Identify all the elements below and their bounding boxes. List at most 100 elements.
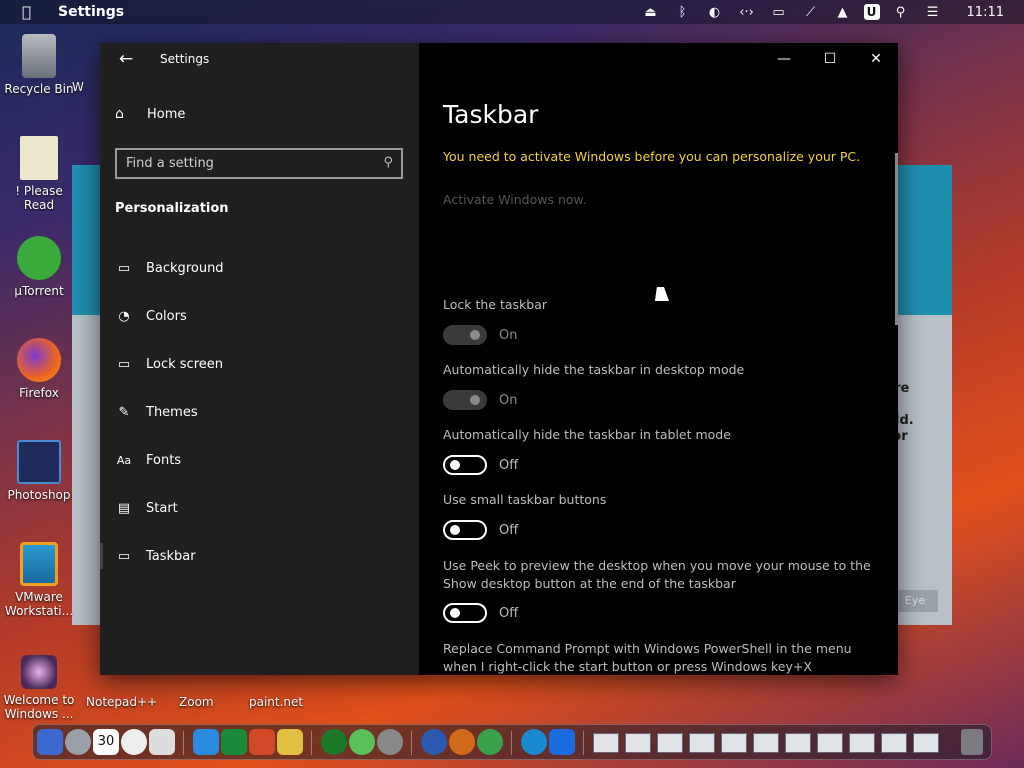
- desktop-icon-paintnet[interactable]: paint.net: [249, 695, 303, 709]
- sidebar-item-lock-screen[interactable]: ▭ Lock screen: [115, 353, 223, 375]
- setting-powershell: Replace Command Prompt with Windows Powe…: [443, 640, 873, 675]
- window-thumbnail[interactable]: [881, 733, 907, 753]
- scrollbar[interactable]: [895, 153, 898, 325]
- contrast-icon[interactable]: ◐: [704, 3, 726, 21]
- window-title: Settings: [160, 52, 210, 66]
- search-box: ⚲: [115, 148, 403, 179]
- font-icon: Aa: [116, 453, 132, 467]
- excel-icon[interactable]: [221, 729, 247, 755]
- peek-toggle[interactable]: [443, 603, 487, 623]
- sidebar-item-label: Lock screen: [146, 356, 223, 372]
- setting-label: Use Peek to preview the desktop when you…: [443, 558, 871, 591]
- dock: 30: [32, 724, 992, 760]
- control-center-icon[interactable]: ☰: [922, 3, 944, 21]
- office-icon[interactable]: [249, 729, 275, 755]
- lock-taskbar-toggle[interactable]: [443, 325, 487, 345]
- toggle-state: On: [499, 327, 518, 343]
- clock-icon[interactable]: [121, 729, 147, 755]
- desktop-icon-please-read[interactable]: ! Please Read: [0, 136, 78, 212]
- autohide-tablet-toggle[interactable]: [443, 455, 487, 475]
- sidebar-item-colors[interactable]: ◔ Colors: [115, 305, 187, 327]
- small-buttons-toggle[interactable]: [443, 520, 487, 540]
- desktop-icon-recycle-bin[interactable]: Recycle Bin: [0, 34, 78, 96]
- setting-label: Use small taskbar buttons: [443, 492, 607, 507]
- sidebar-item-themes[interactable]: ✎ Themes: [115, 401, 198, 423]
- desktop-icon-firefox[interactable]: Firefox: [0, 338, 78, 400]
- settings-gear-icon[interactable]: [549, 729, 575, 755]
- toggle-state: Off: [499, 522, 519, 538]
- utility-icon[interactable]: [321, 729, 347, 755]
- search-icon[interactable]: ⚲: [383, 155, 393, 170]
- bluetooth-icon[interactable]: ᛒ: [672, 3, 694, 21]
- activate-windows-link[interactable]: Activate Windows now.: [443, 192, 587, 207]
- sidebar-item-label: Colors: [146, 308, 187, 324]
- back-arrow-icon[interactable]: ←: [114, 49, 138, 71]
- no-wifi-icon[interactable]: ⟋: [800, 3, 822, 21]
- apple-icon[interactable]: : [22, 3, 36, 21]
- window-thumbnail[interactable]: [593, 733, 619, 753]
- window-thumbnail[interactable]: [657, 733, 683, 753]
- lock-screen-icon: ▭: [117, 356, 131, 372]
- link-icon[interactable]: [349, 729, 375, 755]
- window-thumbnail[interactable]: [785, 733, 811, 753]
- settings-sidebar: ← Settings ⌂ Home ⚲ Personalization ▭ Ba…: [100, 43, 419, 675]
- home-link[interactable]: ⌂ Home: [115, 106, 185, 122]
- window-thumbnail[interactable]: [689, 733, 715, 753]
- window-thumbnail[interactable]: [817, 733, 843, 753]
- eject-triangle-icon[interactable]: ▲: [832, 3, 854, 21]
- sidebar-item-label: Taskbar: [146, 548, 196, 564]
- setting-label: Automatically hide the taskbar in tablet…: [443, 427, 731, 442]
- home-label: Home: [147, 106, 186, 122]
- window-thumbnail[interactable]: [753, 733, 779, 753]
- window-thumbnail[interactable]: [849, 733, 875, 753]
- desktop-icon-utorrent[interactable]: µTorrent: [0, 236, 78, 298]
- photos-icon[interactable]: [149, 729, 175, 755]
- finder-icon[interactable]: [37, 729, 63, 755]
- ie-icon[interactable]: [521, 729, 547, 755]
- notepad-icon: [20, 136, 58, 180]
- eye-button[interactable]: Eye: [892, 590, 938, 612]
- launchpad-icon[interactable]: [65, 729, 91, 755]
- page-title: Taskbar: [443, 100, 539, 129]
- sidebar-item-label: Start: [146, 500, 178, 516]
- settings-window: ← Settings ⌂ Home ⚲ Personalization ▭ Ba…: [100, 43, 898, 675]
- taskbar-icon: ▭: [117, 548, 131, 564]
- window-thumbnail[interactable]: [913, 733, 939, 753]
- sidebar-item-fonts[interactable]: Aa Fonts: [115, 449, 181, 471]
- preview-icon[interactable]: [277, 729, 303, 755]
- utorrent-icon: [17, 236, 61, 280]
- search-icon[interactable]: ⚲: [890, 3, 912, 21]
- download-icon[interactable]: [449, 729, 475, 755]
- search-input[interactable]: [117, 150, 367, 177]
- sidebar-item-taskbar[interactable]: ▭ Taskbar: [100, 543, 196, 569]
- desktop-icon-vmware[interactable]: VMware Workstati...: [0, 542, 78, 618]
- setting-autohide-desktop: Automatically hide the taskbar in deskto…: [443, 361, 883, 410]
- calendar-icon[interactable]: 30: [93, 729, 119, 755]
- trash-icon[interactable]: [961, 729, 983, 755]
- clock[interactable]: 11:11: [967, 5, 1004, 20]
- globe-icon[interactable]: [421, 729, 447, 755]
- desktop-icon-photoshop[interactable]: Photoshop: [0, 440, 78, 502]
- tools-icon[interactable]: [377, 729, 403, 755]
- u-badge-icon[interactable]: U: [863, 4, 880, 20]
- sidebar-item-background[interactable]: ▭ Background: [115, 257, 224, 279]
- desktop-icon-zoom[interactable]: Zoom: [179, 695, 214, 709]
- sidebar-item-start[interactable]: ▤ Start: [115, 497, 178, 519]
- desktop-icon-partial[interactable]: W: [72, 80, 102, 94]
- desktop-icon-welcome[interactable]: Welcome to Windows ...: [0, 655, 78, 721]
- grid-icon[interactable]: [477, 729, 503, 755]
- window-thumbnail[interactable]: [721, 733, 747, 753]
- welcome-icon: [21, 655, 57, 689]
- code-icon[interactable]: ‹·›: [736, 3, 758, 21]
- setting-lock-taskbar: Lock the taskbar On: [443, 296, 883, 345]
- eject-icon[interactable]: ⏏: [640, 3, 662, 21]
- window-thumbnail[interactable]: [625, 733, 651, 753]
- desktop-icon-notepadpp[interactable]: Notepad++: [86, 695, 157, 709]
- app-name[interactable]: Settings: [58, 4, 124, 20]
- safari-icon[interactable]: [193, 729, 219, 755]
- setting-label: Replace Command Prompt with Windows Powe…: [443, 641, 852, 674]
- display-icon[interactable]: ▭: [768, 3, 790, 21]
- setting-peek: Use Peek to preview the desktop when you…: [443, 557, 873, 623]
- autohide-desktop-toggle[interactable]: [443, 390, 487, 410]
- setting-small-buttons: Use small taskbar buttons Off: [443, 491, 883, 540]
